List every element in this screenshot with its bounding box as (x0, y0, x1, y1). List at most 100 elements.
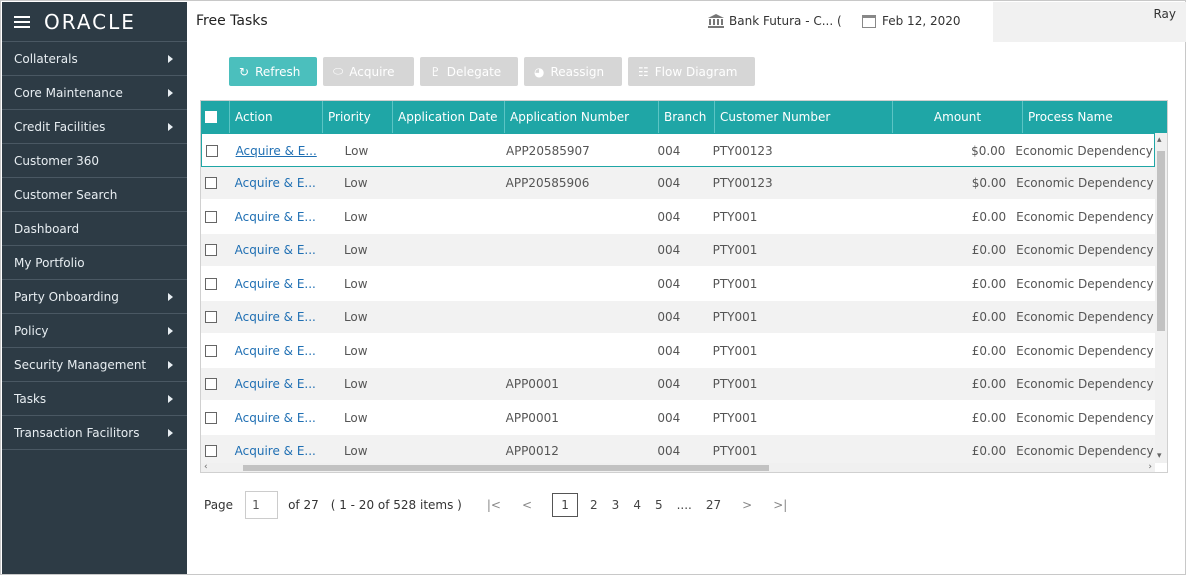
row-checkbox[interactable] (206, 144, 218, 157)
page-link[interactable]: 2 (590, 498, 598, 512)
row-checkbox[interactable] (205, 244, 217, 257)
table-row[interactable]: Acquire & E... Low 004 PTY001 £0.00 Economic … (201, 200, 1155, 234)
table-row[interactable]: Acquire & E... Low APP20585906 004 PTY00123 $… (201, 166, 1155, 201)
scroll-left-icon[interactable]: ‹ (204, 462, 208, 472)
chevron-right-icon (168, 360, 173, 369)
bank-icon (707, 14, 725, 28)
page-link[interactable]: 5 (655, 498, 663, 512)
table-row[interactable]: Acquire & E... Low APP20585907 004 PTY00123 $… (201, 133, 1155, 167)
table-row[interactable]: Acquire & E... Low APP0012 004 PTY001 £0.00 Ec… (201, 434, 1155, 464)
cell-amount: £0.00 (971, 276, 1007, 291)
sidebar-item-transaction-facilitors[interactable]: Transaction Facilitors (2, 416, 187, 450)
sidebar-item-dashboard[interactable]: Dashboard (2, 212, 187, 246)
column-header-customer-number[interactable]: Customer Number (715, 101, 893, 133)
row-checkbox[interactable] (205, 344, 217, 357)
scroll-right-icon[interactable]: › (1148, 462, 1152, 472)
column-header-branch[interactable]: Branch (659, 101, 715, 133)
cell-process: Economic Dependency (1016, 243, 1154, 258)
date-display[interactable]: Feb 12, 2020 (862, 14, 961, 28)
sidebar-item-security-management[interactable]: Security Management (2, 348, 187, 382)
column-header-process-name[interactable]: Process Name (1023, 101, 1167, 133)
cell-action[interactable]: Acquire & E... (230, 301, 322, 335)
page-range: ( 1 - 20 of 528 items ) (330, 498, 462, 512)
cell-action[interactable]: Acquire & E... (230, 167, 322, 201)
sidebar-item-customer-search[interactable]: Customer Search (2, 178, 187, 212)
sidebar-item-my-portfolio[interactable]: My Portfolio (2, 246, 187, 280)
cell-customer: PTY001 (712, 410, 758, 425)
cell-priority: Low (343, 276, 368, 291)
acquire-button[interactable]: ⬭ Acquire (323, 57, 414, 86)
sidebar-item-core-maintenance[interactable]: Core Maintenance (2, 76, 187, 110)
page-number-input[interactable]: 1 (245, 491, 279, 519)
scroll-up-icon[interactable]: ▴ (1157, 135, 1162, 145)
cell-action[interactable]: Acquire & E... (230, 334, 322, 368)
refresh-button[interactable]: ↻ Refresh (229, 57, 317, 86)
cell-app-number: APP0001 (505, 410, 559, 425)
page-link[interactable]: 4 (633, 498, 641, 512)
scroll-down-icon[interactable]: ▾ (1157, 451, 1162, 461)
flow-diagram-button[interactable]: ☷ Flow Diagram (628, 57, 755, 86)
prev-page-icon[interactable]: < (522, 498, 532, 512)
hamburger-menu-icon[interactable] (14, 15, 30, 28)
sidebar-item-party-onboarding[interactable]: Party Onboarding (2, 280, 187, 314)
cell-action[interactable]: Acquire & E... (230, 200, 322, 234)
row-checkbox[interactable] (205, 177, 217, 190)
select-all-cell (201, 101, 230, 133)
select-all-checkbox[interactable] (205, 111, 217, 123)
bank-selector[interactable]: Bank Futura - C... ( (707, 14, 842, 28)
row-checkbox[interactable] (205, 210, 217, 223)
user-name[interactable]: Ray (1153, 7, 1176, 21)
column-header-application-date[interactable]: Application Date (393, 101, 505, 133)
cell-action[interactable]: Acquire & E... (230, 368, 322, 402)
table-row[interactable]: Acquire & E... Low 004 PTY001 £0.00 Economic … (201, 300, 1155, 335)
cell-action[interactable]: Acquire & E... (230, 234, 322, 268)
vertical-scrollbar[interactable]: ▴ ▾ (1155, 133, 1167, 463)
cell-app-number (501, 301, 653, 335)
sidebar-item-customer-360[interactable]: Customer 360 (2, 144, 187, 178)
table-row[interactable]: Acquire & E... Low 004 PTY001 £0.00 Economic … (201, 233, 1155, 268)
first-page-icon[interactable]: |< (487, 498, 501, 512)
sidebar-item-label: Core Maintenance (14, 85, 123, 100)
vertical-scroll-thumb[interactable] (1157, 151, 1165, 331)
cell-action[interactable]: Acquire & E... (230, 401, 322, 435)
page-link[interactable]: 27 (706, 498, 721, 512)
table-row[interactable]: Acquire & E... Low APP0001 004 PTY001 £0.00 Ec… (201, 401, 1155, 435)
cell-action[interactable]: Acquire & E... (230, 267, 322, 301)
row-checkbox[interactable] (205, 311, 217, 324)
table-row[interactable]: Acquire & E... Low 004 PTY001 £0.00 Economic … (201, 334, 1155, 368)
row-checkbox[interactable] (205, 411, 217, 424)
reassign-button[interactable]: ◕ Reassign (524, 57, 622, 86)
next-page-icon[interactable]: > (742, 498, 752, 512)
delegate-button[interactable]: ♇ Delegate (420, 57, 518, 86)
cell-action[interactable]: Acquire & E... (231, 134, 322, 168)
column-header-action[interactable]: Action (230, 101, 323, 133)
refresh-icon: ↻ (239, 64, 250, 79)
page-label: Page (204, 498, 234, 512)
sidebar-item-policy[interactable]: Policy (2, 314, 187, 348)
column-header-amount[interactable]: Amount (893, 101, 1023, 133)
sidebar-item-credit-facilities[interactable]: Credit Facilities (2, 110, 187, 144)
horizontal-scroll-thumb[interactable] (243, 465, 769, 471)
row-checkbox[interactable] (205, 277, 217, 290)
cell-customer: PTY001 (712, 276, 758, 291)
page-link[interactable]: 3 (612, 498, 620, 512)
cell-action[interactable]: Acquire & E... (230, 435, 322, 464)
last-page-icon[interactable]: >| (773, 498, 787, 512)
cell-app-date (390, 401, 500, 435)
table-row[interactable]: Acquire & E... Low 004 PTY001 £0.00 Economic … (201, 267, 1155, 301)
row-checkbox[interactable] (205, 378, 217, 391)
sidebar-item-label: Customer 360 (14, 153, 100, 168)
column-header-application-number[interactable]: Application Number (505, 101, 659, 133)
column-header-priority[interactable]: Priority (323, 101, 393, 133)
user-area[interactable]: Ray (993, 2, 1186, 42)
table-row[interactable]: Acquire & E... Low APP0001 004 PTY001 £0.00 Ec… (201, 367, 1155, 402)
page-link[interactable]: 1 (552, 493, 579, 517)
sidebar-item-collaterals[interactable]: Collaterals (2, 42, 187, 76)
cell-amount: £0.00 (971, 310, 1007, 325)
cell-process: Economic Dependency (1016, 377, 1154, 392)
cell-app-date (390, 334, 500, 368)
horizontal-scrollbar[interactable]: ‹ › (201, 462, 1155, 472)
row-checkbox[interactable] (205, 445, 217, 458)
delegate-icon: ♇ (430, 64, 441, 79)
sidebar-item-tasks[interactable]: Tasks (2, 382, 187, 416)
